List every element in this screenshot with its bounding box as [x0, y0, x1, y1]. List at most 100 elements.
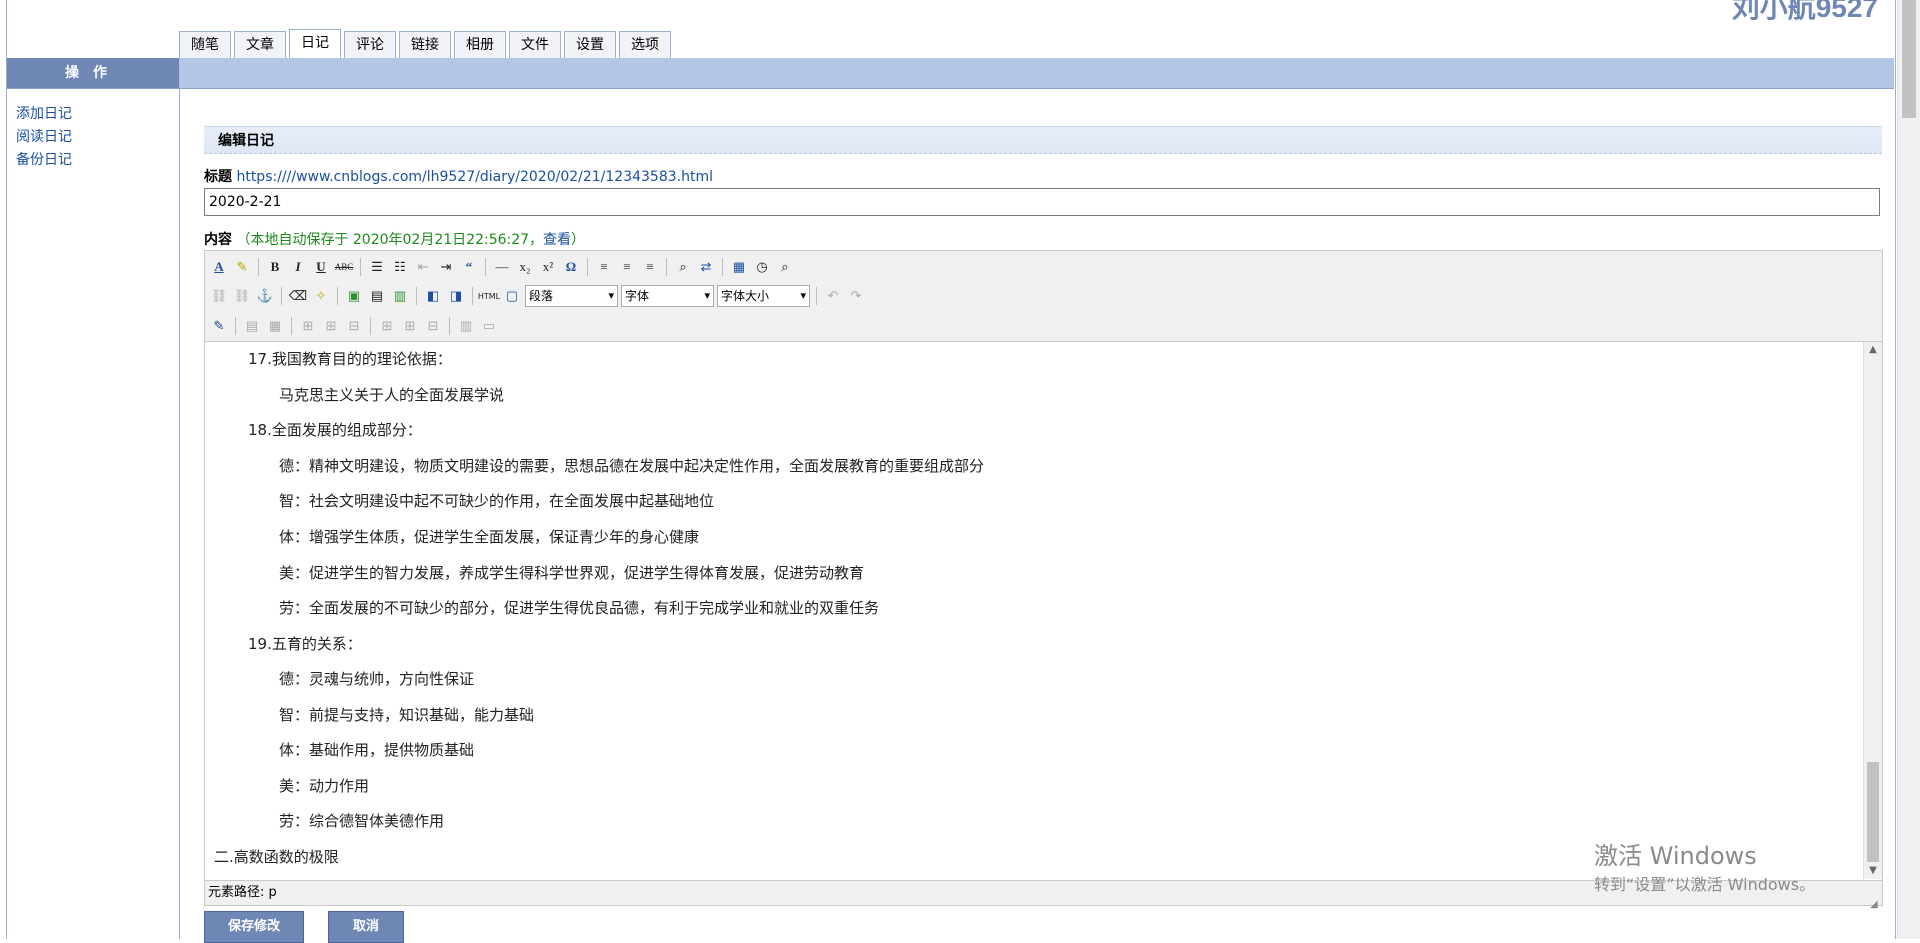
tab-comments[interactable]: 评论	[344, 31, 396, 58]
delete-row-icon[interactable]: ⊟	[344, 316, 364, 336]
underline-icon[interactable]: U	[311, 257, 331, 277]
picture-icon[interactable]: ▤	[367, 286, 387, 306]
editor-scrollbar[interactable]: ▲ ▼	[1863, 342, 1882, 879]
align-center-icon[interactable]: ≡	[617, 257, 637, 277]
tab-diary[interactable]: 日记	[289, 29, 341, 58]
title-input[interactable]	[204, 188, 1880, 216]
sidebar-link-backup-diary[interactable]: 备份日记	[16, 149, 72, 172]
element-path: 元素路径: p	[208, 885, 277, 900]
rich-text-editor: A ✎ B I U ABC ☰ ☷ ⇤ ⇥ “ — x₂ x² Ω ≡ ≡ ≡ …	[204, 250, 1883, 910]
content-line: 体：增强学生体质，促进学生全面发展，保证青少年的身心健康	[279, 528, 700, 546]
tab-options[interactable]: 选项	[619, 31, 671, 58]
align-right-icon[interactable]: ≡	[640, 257, 660, 277]
windows-activation-watermark: 激活 Windows 转到“设置”以激活 Windows。	[1594, 836, 1815, 895]
row-after-icon[interactable]: ⊞	[321, 316, 341, 336]
undo-icon[interactable]: ↶	[823, 286, 843, 306]
anchor-icon[interactable]: ⚓	[255, 286, 275, 306]
sidebar-divider	[179, 88, 180, 939]
image-icon[interactable]: ▣	[344, 286, 364, 306]
content-line: 德：精神文明建设，物质文明建设的需要，思想品德在发展中起决定性作用，全面发展教育…	[279, 457, 985, 475]
editor-toolbar: A ✎ B I U ABC ☰ ☷ ⇤ ⇥ “ — x₂ x² Ω ≡ ≡ ≡ …	[205, 251, 1882, 342]
indent-icon[interactable]: ⇥	[436, 257, 456, 277]
title-label-row: 标题 https:////www.cnblogs.com/lh9527/diar…	[204, 166, 713, 186]
toolbar-separator	[485, 258, 486, 276]
title-url-link[interactable]: https:////www.cnblogs.com/lh9527/diary/2…	[236, 169, 713, 185]
page-scroll-thumb[interactable]	[1902, 0, 1916, 118]
split-cells-icon[interactable]: ▥	[456, 316, 476, 336]
toolbar-row-2: ⛓ ⛓ ⚓ ⌫ ✧ ▣ ▤ ▥ ◧ ◨ HTML ▢ 段落 字体 字体大小 ↶ …	[209, 282, 866, 310]
link-icon[interactable]: ⛓	[209, 286, 229, 306]
tab-articles[interactable]: 文章	[234, 31, 286, 58]
blog-owner-name: 刘小航9527	[1731, 0, 1878, 23]
sidebar-links: 添加日记 阅读日记 备份日记	[16, 103, 72, 172]
sidebar-header: 操作	[7, 58, 179, 88]
unlink-icon[interactable]: ⛓	[232, 286, 252, 306]
bullet-list-icon[interactable]: ☰	[367, 257, 387, 277]
media-icon[interactable]: ▥	[390, 286, 410, 306]
col-after-icon[interactable]: ⊞	[400, 316, 420, 336]
scroll-up-icon[interactable]: ▲	[1864, 342, 1882, 358]
replace-icon[interactable]: ⇄	[696, 257, 716, 277]
scroll-down-icon[interactable]: ▼	[1864, 863, 1882, 879]
numbered-list-icon[interactable]: ☷	[390, 257, 410, 277]
tab-posts[interactable]: 随笔	[179, 31, 231, 58]
toolbar-separator	[370, 317, 371, 335]
editor-scroll-thumb[interactable]	[1867, 762, 1879, 862]
content-line: 美：促进学生的智力发展，养成学生得科学世界观，促进学生得体育发展，促进劳动教育	[279, 564, 865, 582]
time-icon[interactable]: ◷	[752, 257, 772, 277]
blockquote-icon[interactable]: “	[459, 257, 479, 277]
content-line: 德：灵魂与统帅，方向性保证	[279, 670, 475, 688]
redo-icon[interactable]: ↷	[846, 286, 866, 306]
merge-cells-icon[interactable]: ▭	[479, 316, 499, 336]
toolbar-separator	[258, 258, 259, 276]
sidebar-link-add-diary[interactable]: 添加日记	[16, 103, 72, 126]
outdent-icon[interactable]: ⇤	[413, 257, 433, 277]
tab-albums[interactable]: 相册	[454, 31, 506, 58]
html-source-icon[interactable]: HTML	[478, 286, 500, 306]
horizontal-rule-icon[interactable]: —	[492, 257, 512, 277]
fullscreen-icon[interactable]: ▢	[502, 286, 522, 306]
align-left-icon[interactable]: ≡	[594, 257, 614, 277]
table-props-icon[interactable]: ▦	[265, 316, 285, 336]
special-char-icon[interactable]: Ω	[561, 257, 581, 277]
strikethrough-icon[interactable]: ABC	[334, 257, 354, 277]
table-insert-icon[interactable]: ▤	[242, 316, 262, 336]
content-line: 体：基础作用，提供物质基础	[279, 741, 475, 759]
preview-icon[interactable]: ⌕	[775, 257, 795, 277]
delete-col-icon[interactable]: ⊟	[423, 316, 443, 336]
content-label: 内容	[204, 232, 232, 248]
autosave-view-link[interactable]: 查看	[543, 232, 571, 248]
content-line: 智：社会文明建设中起不可缺少的作用，在全面发展中起基础地位	[279, 492, 715, 510]
font-family-select[interactable]: 字体	[621, 285, 714, 307]
content-line: 18.全面发展的组成部分：	[248, 421, 422, 439]
tab-files[interactable]: 文件	[509, 31, 561, 58]
title-label: 标题	[204, 169, 232, 185]
sidebar-link-read-diary[interactable]: 阅读日记	[16, 126, 72, 149]
cleanup-icon[interactable]: ✧	[311, 286, 331, 306]
bold-icon[interactable]: B	[265, 257, 285, 277]
save-button[interactable]: 保存修改	[204, 911, 304, 943]
find-icon[interactable]: ⌕	[673, 257, 693, 277]
highlight-color-icon[interactable]: ✎	[232, 257, 252, 277]
format-select[interactable]: 段落	[525, 285, 618, 307]
edit-icon[interactable]: ✎	[209, 316, 229, 336]
toolbar-separator	[416, 287, 417, 305]
col-before-icon[interactable]: ⊞	[377, 316, 397, 336]
font-size-select[interactable]: 字体大小	[717, 285, 810, 307]
eraser-icon[interactable]: ⌫	[288, 286, 308, 306]
font-color-icon[interactable]: A	[209, 257, 229, 277]
tab-links[interactable]: 链接	[399, 31, 451, 58]
subscript-icon[interactable]: x₂	[515, 257, 535, 277]
italic-icon[interactable]: I	[288, 257, 308, 277]
code-view-icon[interactable]: ◨	[446, 286, 466, 306]
editor-content-area[interactable]: 17.我国教育目的的理论依据： 马克思主义关于人的全面发展学说 18.全面发展的…	[205, 342, 1882, 879]
row-before-icon[interactable]: ⊞	[298, 316, 318, 336]
superscript-icon[interactable]: x²	[538, 257, 558, 277]
main-tabs: 随笔 文章 日记 评论 链接 相册 文件 设置 选项	[179, 29, 671, 58]
insert-code-icon[interactable]: ◧	[423, 286, 443, 306]
tab-settings[interactable]: 设置	[564, 31, 616, 58]
resize-grip-icon[interactable]: ◢	[1870, 893, 1880, 910]
date-icon[interactable]: ▦	[729, 257, 749, 277]
cancel-button[interactable]: 取消	[328, 911, 404, 943]
page-scrollbar[interactable]	[1897, 0, 1920, 939]
